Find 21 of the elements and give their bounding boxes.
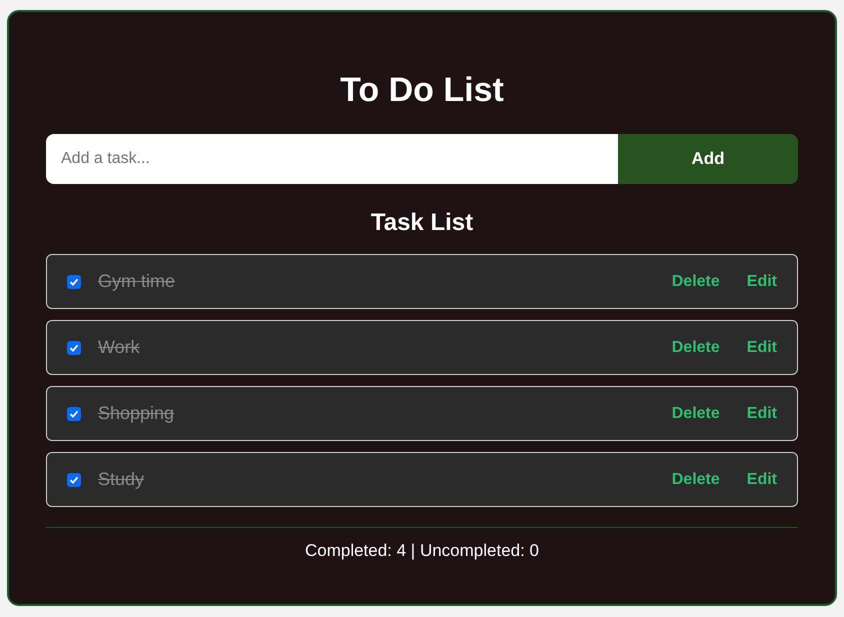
delete-button[interactable]: Delete: [672, 470, 720, 488]
edit-button[interactable]: Edit: [746, 470, 777, 488]
task-summary: Completed: 4 | Uncompleted: 0: [304, 541, 540, 561]
app-title: To Do List: [339, 70, 505, 110]
task-checkbox[interactable]: [67, 274, 81, 288]
task-label: Gym time: [98, 271, 176, 292]
task-label: Work: [98, 337, 141, 358]
edit-button[interactable]: Edit: [746, 272, 777, 290]
task-checkbox[interactable]: [67, 472, 81, 486]
delete-button[interactable]: Delete: [672, 338, 720, 356]
task-label: Shopping: [98, 403, 176, 424]
list-title: Task List: [370, 208, 474, 238]
task-input-field[interactable]: Add a task...: [46, 134, 618, 184]
delete-button[interactable]: Delete: [672, 272, 720, 290]
task-checkbox[interactable]: [67, 406, 81, 420]
task-checkbox[interactable]: [67, 340, 81, 354]
edit-button[interactable]: Edit: [746, 404, 777, 422]
edit-button[interactable]: Edit: [746, 338, 777, 356]
add-button[interactable]: Add: [618, 134, 798, 184]
task-label: Study: [98, 469, 146, 490]
delete-button[interactable]: Delete: [672, 404, 720, 422]
